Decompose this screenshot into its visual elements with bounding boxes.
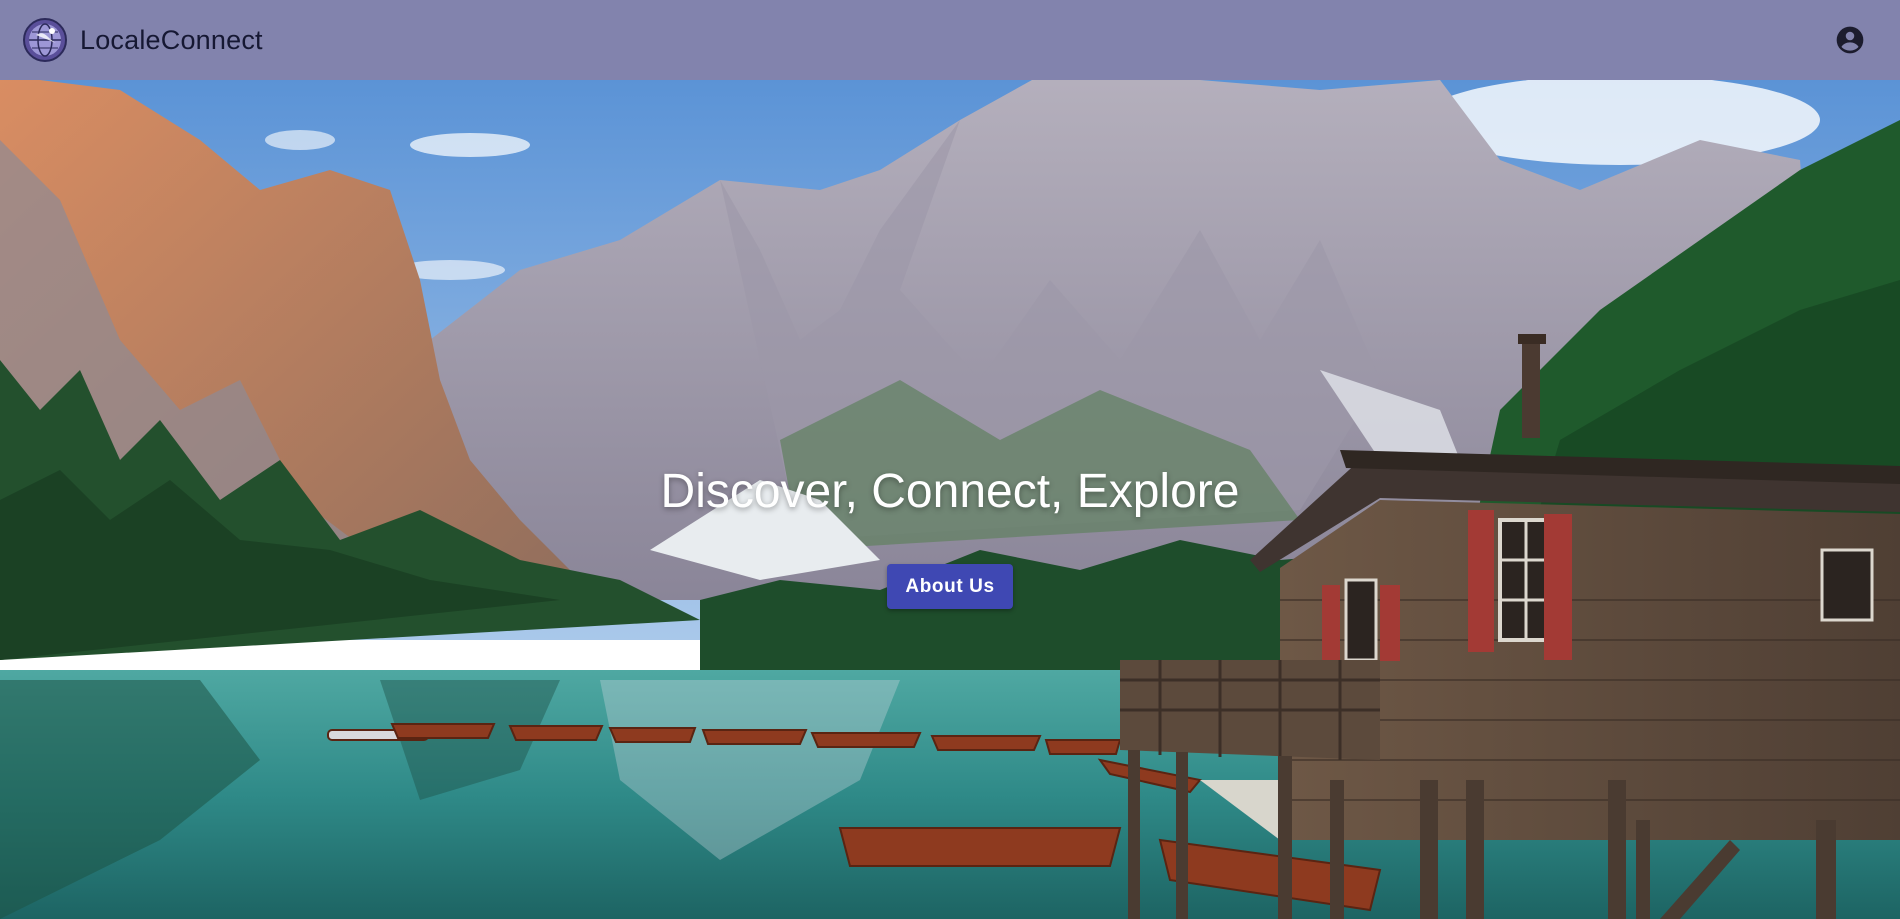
hero-section: Discover, Connect, Explore About Us: [0, 80, 1900, 919]
account-circle-icon[interactable]: [1830, 20, 1870, 60]
brand-name[interactable]: LocaleConnect: [80, 25, 263, 56]
about-us-button[interactable]: About Us: [887, 564, 1013, 609]
globe-logo-icon[interactable]: [22, 17, 68, 63]
hero-content: Discover, Connect, Explore About Us: [0, 80, 1900, 919]
top-app-bar: LocaleConnect: [0, 0, 1900, 80]
hero-headline: Discover, Connect, Explore: [660, 465, 1240, 518]
